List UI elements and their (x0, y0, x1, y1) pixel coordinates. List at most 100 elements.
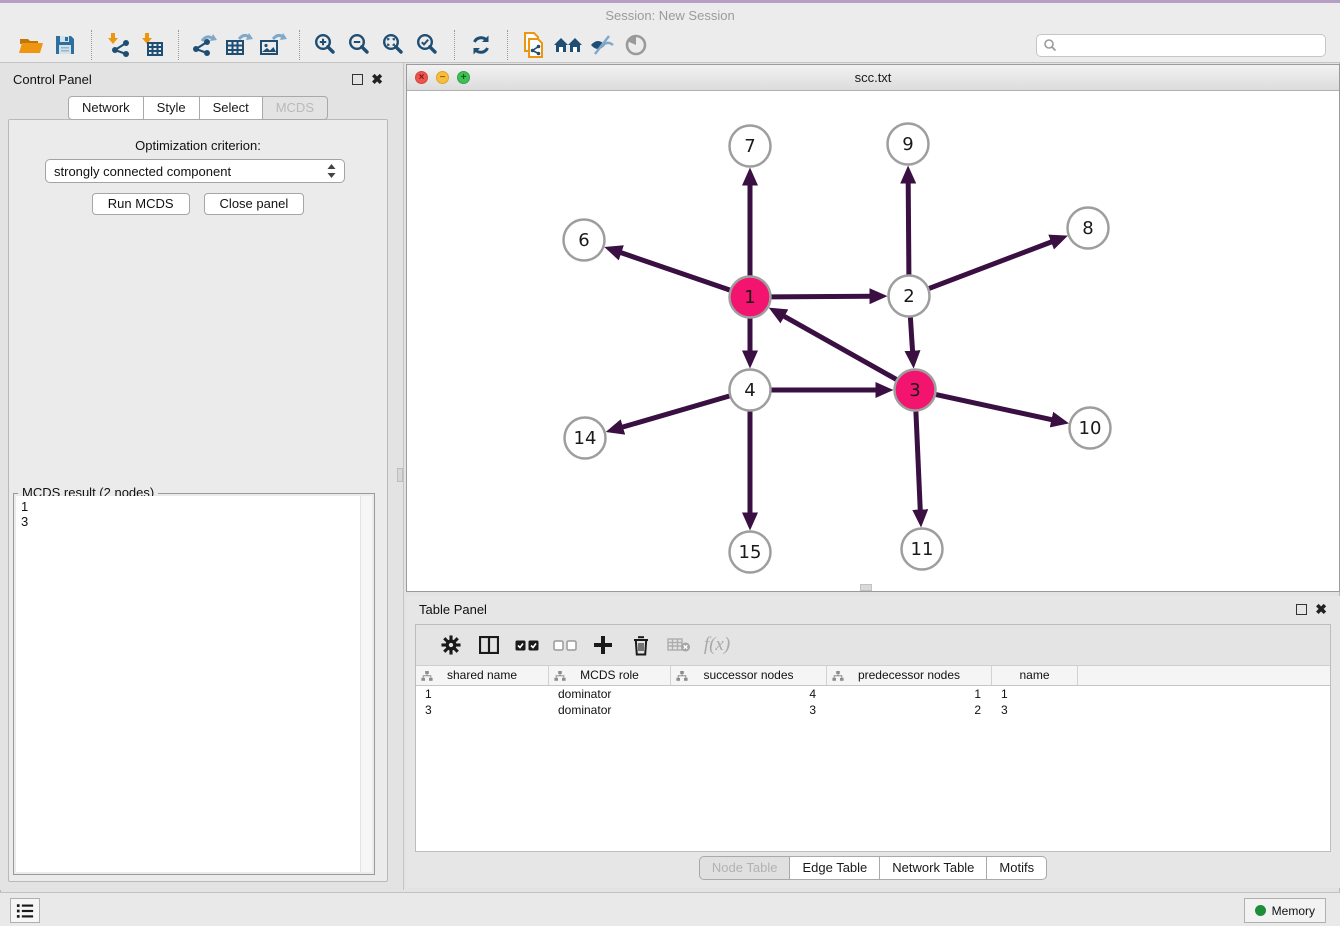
table-cell[interactable]: 1 (992, 686, 1078, 702)
split-panel-button[interactable] (470, 628, 508, 662)
column-header-predecessor-nodes[interactable]: predecessor nodes (827, 666, 992, 685)
table-row[interactable]: 3dominator323 (416, 702, 1330, 718)
zoom-out-button[interactable] (343, 30, 377, 60)
tab-style[interactable]: Style (144, 96, 200, 120)
tab-network-table[interactable]: Network Table (880, 856, 987, 880)
tab-motifs[interactable]: Motifs (987, 856, 1047, 880)
function-builder-button[interactable]: f(x) (698, 628, 736, 662)
home-button[interactable] (551, 30, 585, 60)
task-history-button[interactable] (10, 898, 40, 923)
close-panel-button[interactable]: Close panel (204, 193, 305, 215)
float-panel-icon[interactable] (352, 74, 363, 85)
duplicate-network-button[interactable] (517, 30, 551, 60)
edge-2-3[interactable] (910, 318, 912, 353)
refresh-layout-button[interactable] (464, 30, 498, 60)
tab-network[interactable]: Network (68, 96, 144, 120)
open-session-button[interactable] (14, 30, 48, 60)
edge-1-6[interactable] (620, 252, 730, 290)
edge-3-11[interactable] (916, 412, 920, 512)
node-10[interactable]: 10 (1070, 408, 1111, 449)
save-icon (54, 34, 76, 56)
gear-icon (441, 635, 461, 655)
edge-2-8[interactable] (929, 242, 1052, 289)
mcds-panel: Optimization criterion: strongly connect… (8, 119, 388, 882)
export-network-button[interactable] (188, 30, 222, 60)
export-table-button[interactable] (222, 30, 256, 60)
table-settings-button[interactable] (432, 628, 470, 662)
svg-text:10: 10 (1079, 418, 1102, 439)
search-field[interactable] (1036, 34, 1326, 57)
table-cell[interactable]: 1 (416, 686, 549, 702)
hide-graphics-details-button[interactable] (585, 30, 619, 60)
show-hide-panel-button[interactable] (619, 30, 653, 60)
zoom-in-button[interactable] (309, 30, 343, 60)
table-cell[interactable]: 3 (671, 702, 827, 718)
node-14[interactable]: 14 (565, 418, 606, 459)
search-input[interactable] (1057, 36, 1319, 55)
table-cell[interactable]: 3 (416, 702, 549, 718)
optimization-criterion-select[interactable]: strongly connected component (45, 159, 345, 183)
node-4[interactable]: 4 (730, 370, 771, 411)
import-table-button[interactable] (135, 30, 169, 60)
node-15[interactable]: 15 (730, 532, 771, 573)
tab-node-table[interactable]: Node Table (699, 856, 791, 880)
table-row[interactable]: 1dominator411 (416, 686, 1330, 702)
splitter-grip[interactable] (397, 468, 403, 482)
table-panel-tabs: Node TableEdge TableNetwork TableMotifs (406, 856, 1340, 880)
edge-2-9[interactable] (908, 182, 909, 275)
float-table-panel-icon[interactable] (1296, 604, 1307, 615)
node-6[interactable]: 6 (564, 220, 605, 261)
network-canvas[interactable]: 7 9 6 8 1 2 4 3 14 10 15 11 (407, 91, 1339, 591)
node-2[interactable]: 2 (889, 276, 930, 317)
table-cell[interactable]: 1 (827, 686, 992, 702)
node-9[interactable]: 9 (888, 124, 929, 165)
table-cell[interactable]: dominator (549, 686, 671, 702)
network-window-titlebar[interactable]: scc.txt × − + (407, 65, 1339, 91)
node-3[interactable]: 3 (895, 370, 936, 411)
edge-3-10[interactable] (936, 395, 1053, 420)
table-cell[interactable]: 2 (827, 702, 992, 718)
zoom-fit-button[interactable] (377, 30, 411, 60)
svg-text:6: 6 (578, 230, 589, 251)
column-header-successor-nodes[interactable]: successor nodes (671, 666, 827, 685)
deselect-all-button[interactable] (546, 628, 584, 662)
export-image-button[interactable] (256, 30, 290, 60)
import-network-button[interactable] (101, 30, 135, 60)
table-panel: Table Panel ✖ (406, 596, 1340, 888)
tab-mcds[interactable]: MCDS (263, 96, 328, 120)
select-all-button[interactable] (508, 628, 546, 662)
node-7[interactable]: 7 (730, 126, 771, 167)
svg-text:7: 7 (744, 136, 755, 157)
close-panel-icon[interactable]: ✖ (371, 74, 383, 85)
zoom-selected-button[interactable] (411, 30, 445, 60)
node-11[interactable]: 11 (902, 529, 943, 570)
column-header-MCDS-role[interactable]: MCDS role (549, 666, 671, 685)
delete-table-button[interactable] (660, 628, 698, 662)
table-header-row: shared nameMCDS rolesuccessor nodesprede… (416, 666, 1330, 686)
canvas-resize-handle[interactable] (860, 584, 872, 591)
close-table-panel-icon[interactable]: ✖ (1315, 604, 1327, 615)
node-1[interactable]: 1 (730, 277, 771, 318)
result-scrollbar[interactable] (360, 496, 372, 872)
tab-select[interactable]: Select (200, 96, 263, 120)
add-column-button[interactable] (584, 628, 622, 662)
edge-4-14[interactable] (622, 396, 730, 427)
table-cell[interactable]: 3 (992, 702, 1078, 718)
run-mcds-button[interactable]: Run MCDS (92, 193, 190, 215)
delete-column-button[interactable] (622, 628, 660, 662)
edge-3-1[interactable] (783, 316, 896, 380)
table-cell[interactable]: dominator (549, 702, 671, 718)
table-cell[interactable]: 4 (671, 686, 827, 702)
column-header-name[interactable]: name (992, 666, 1078, 685)
panel-splitter[interactable] (396, 63, 406, 890)
memory-button[interactable]: Memory (1244, 898, 1326, 923)
svg-text:4: 4 (744, 380, 755, 401)
tab-edge-table[interactable]: Edge Table (790, 856, 880, 880)
column-header-shared-name[interactable]: shared name (416, 666, 549, 685)
edge-1-2[interactable] (772, 296, 872, 297)
network-view-window: scc.txt × − + 7 9 6 8 1 2 4 3 14 10 15 11 (406, 64, 1340, 592)
node-8[interactable]: 8 (1068, 208, 1109, 249)
zoom-fit-icon (382, 33, 406, 57)
save-session-button[interactable] (48, 30, 82, 60)
dropdown-stepper-icon (327, 164, 336, 178)
